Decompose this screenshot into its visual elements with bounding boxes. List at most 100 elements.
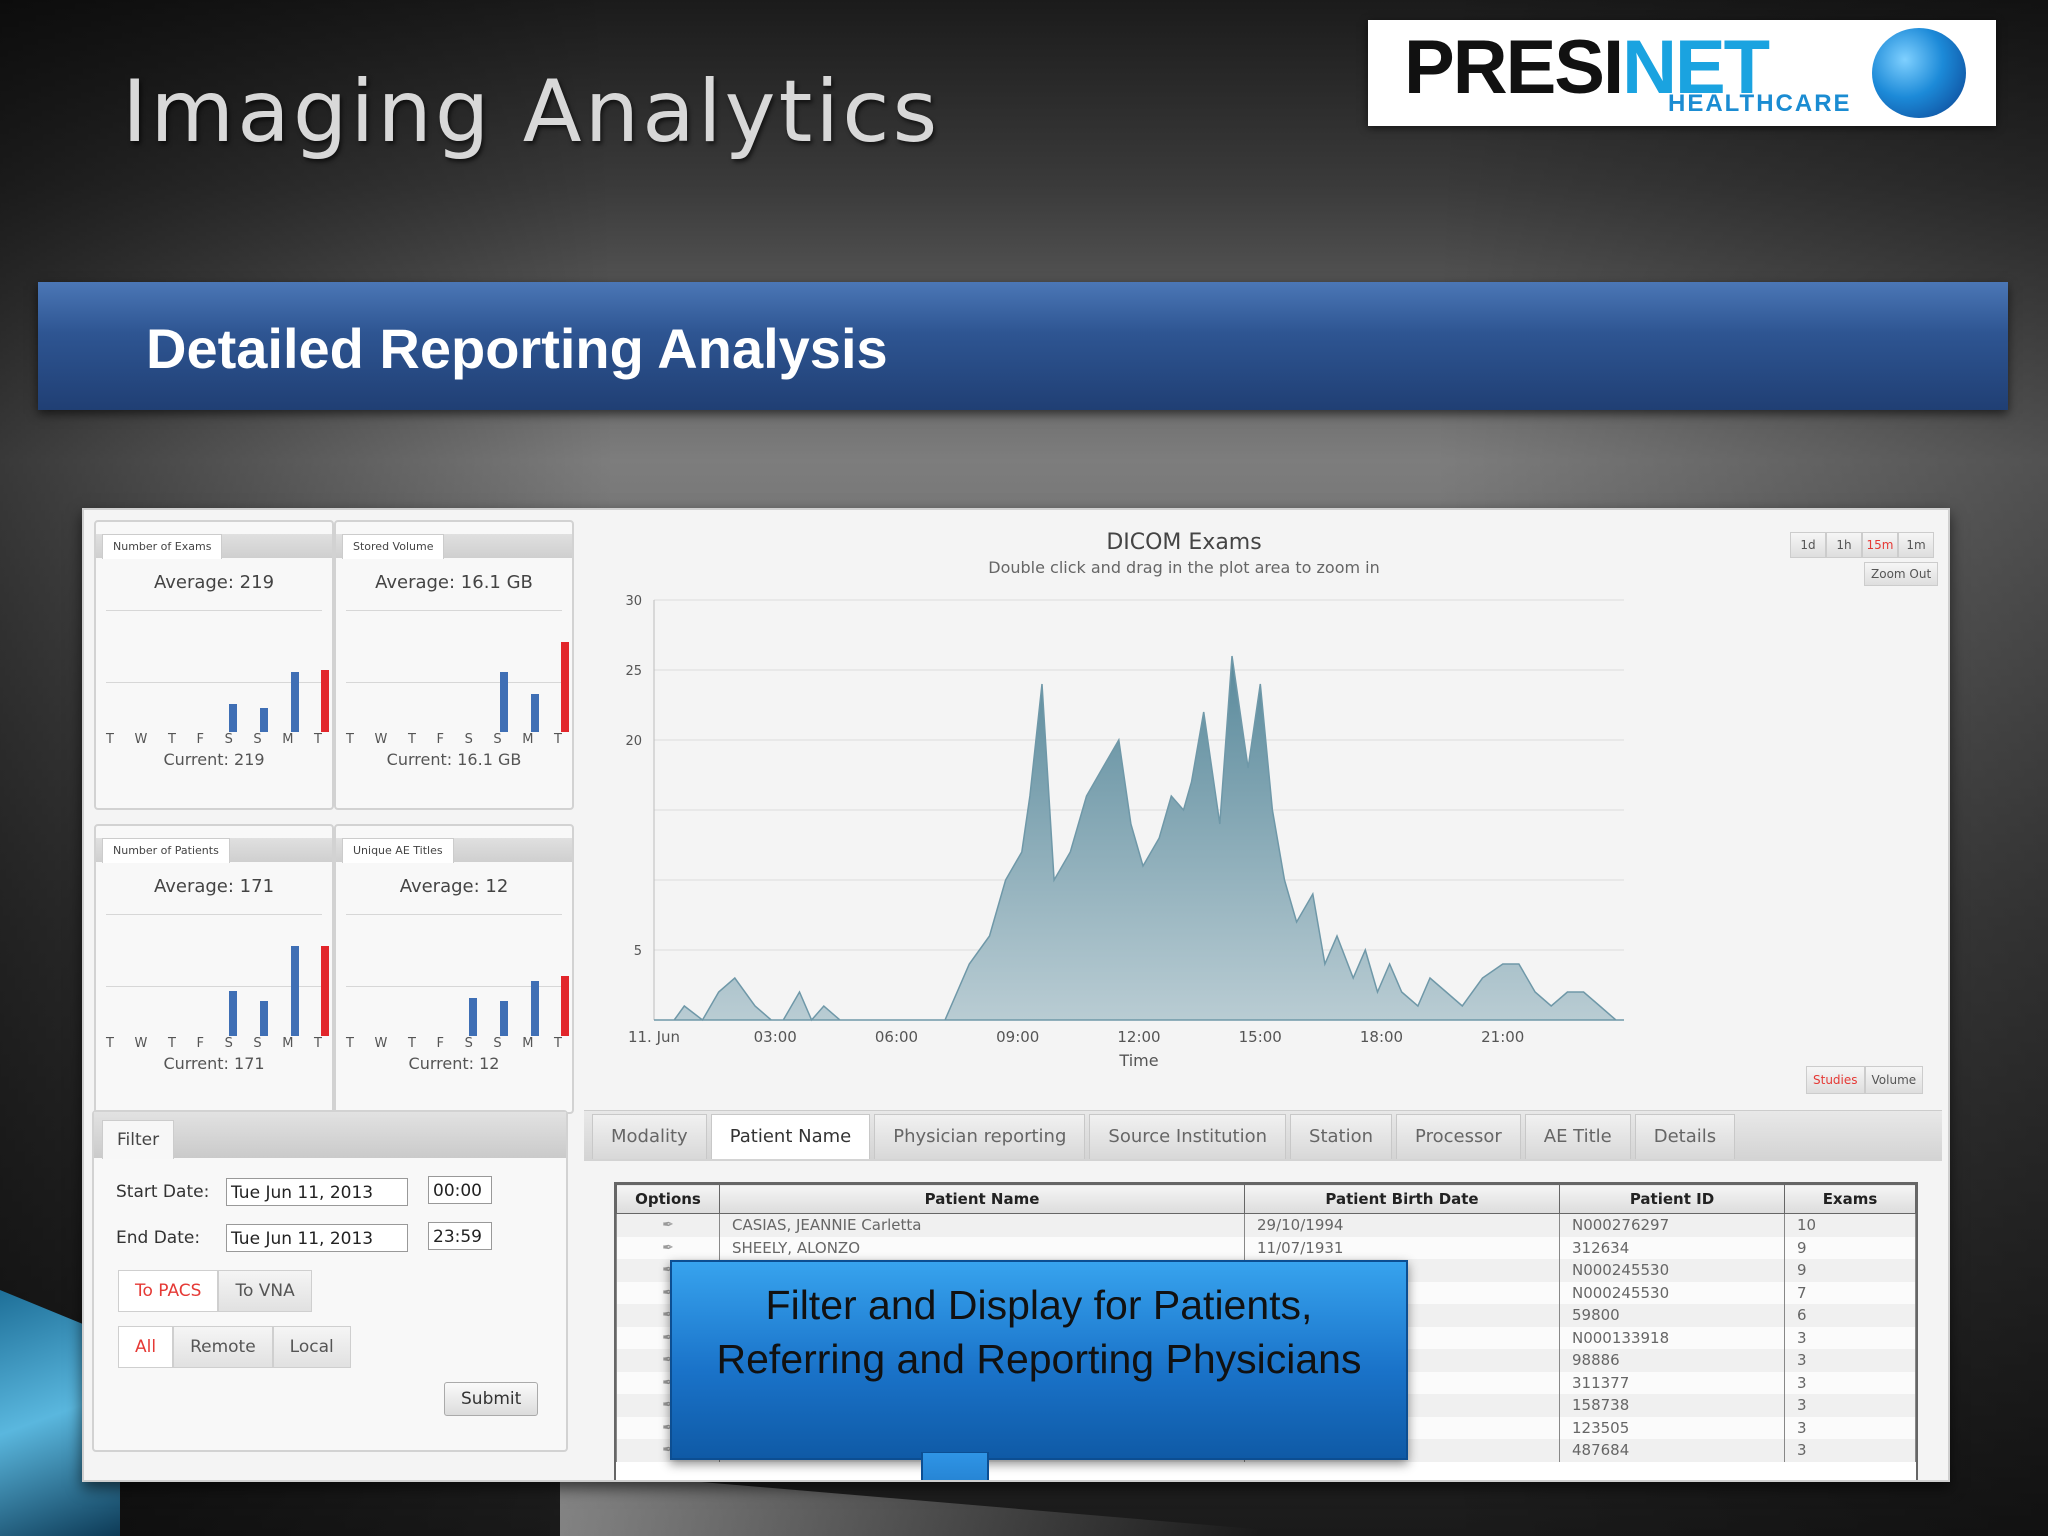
stat-card-tab[interactable]: Number of Patients: [102, 838, 230, 863]
table-cell: 10: [1784, 1213, 1916, 1237]
day-label: T: [346, 1036, 354, 1051]
day-labels: TWTFSSMT: [346, 732, 562, 747]
table-cell: N000276297: [1559, 1213, 1785, 1237]
table-cell: 3: [1784, 1371, 1916, 1394]
tab-station[interactable]: Station: [1290, 1114, 1393, 1159]
stat-average: Average: 219: [153, 572, 275, 593]
zoom-button-15m[interactable]: 15m: [1862, 532, 1898, 558]
tab-source-institution[interactable]: Source Institution: [1089, 1114, 1287, 1159]
button-local[interactable]: Local: [272, 1326, 351, 1368]
tab-details[interactable]: Details: [1634, 1114, 1736, 1159]
section-banner: Detailed Reporting Analysis: [38, 282, 2008, 410]
table-cell: 312634: [1559, 1236, 1785, 1259]
y-tick-label: 30: [625, 594, 642, 609]
end-date-field[interactable]: Tue Jun 11, 2013: [226, 1224, 408, 1252]
day-labels: TWTFSSMT: [346, 1036, 562, 1051]
options-icon[interactable]: ✒: [616, 1236, 720, 1259]
table-row[interactable]: ✒ SHEELY, ALONZO 11/07/1931 312634 9: [616, 1236, 1916, 1259]
day-label: S: [253, 1036, 262, 1051]
stat-current: Current: 16.1 GB: [386, 750, 522, 769]
table-row[interactable]: ✒ CASIAS, JEANNIE Carletta 29/10/1994 N0002…: [616, 1213, 1916, 1237]
day-label: M: [522, 1036, 534, 1051]
table-cell: 487684: [1559, 1439, 1785, 1462]
stat-card-tab[interactable]: Number of Exams: [102, 534, 223, 559]
mini-bar-chart: [346, 642, 570, 732]
stat-card: Number of Exams Average: 219 T W T F S S M T Curre…: [94, 520, 334, 810]
button-all[interactable]: All: [118, 1326, 174, 1368]
table-cell: 3: [1784, 1416, 1916, 1439]
day-label: S: [493, 732, 502, 747]
series-area: [654, 655, 1624, 1022]
tab-ae-title[interactable]: AE Title: [1524, 1114, 1631, 1159]
stat-card: Unique AE Titles Average: 12 T W T F S S M T Curre…: [334, 824, 574, 1114]
x-tick-label: 09:00: [996, 1028, 1039, 1046]
zoom-button-1d[interactable]: 1d: [1790, 532, 1826, 558]
start-time-field[interactable]: 00:00: [428, 1176, 492, 1204]
series-button-studies[interactable]: Studies: [1806, 1066, 1865, 1094]
tab-processor[interactable]: Processor: [1396, 1114, 1521, 1159]
day-label: T: [554, 732, 562, 747]
options-icon[interactable]: ✒: [616, 1213, 720, 1237]
end-time-field[interactable]: 23:59: [428, 1222, 492, 1250]
table-cell: 11/07/1931: [1244, 1236, 1560, 1259]
day-labels: TWTFSSMT: [106, 1036, 322, 1051]
column-header-patient-id[interactable]: Patient ID: [1559, 1184, 1785, 1214]
day-labels: TWTFSSMT: [106, 732, 322, 747]
submit-button[interactable]: Submit: [444, 1382, 539, 1416]
zoom-button-1m[interactable]: 1m: [1898, 532, 1934, 558]
button-remote[interactable]: Remote: [173, 1326, 273, 1368]
table-cell: 9: [1784, 1236, 1916, 1259]
x-tick-label: 18:00: [1360, 1028, 1403, 1046]
mini-bar: [290, 672, 299, 732]
day-label: T: [314, 732, 322, 747]
mini-bar: [468, 998, 477, 1036]
button-to-pacs[interactable]: To PACS: [118, 1270, 219, 1312]
x-axis-title: Time: [1118, 1051, 1158, 1070]
day-label: F: [196, 1036, 204, 1051]
column-header-exams[interactable]: Exams: [1784, 1184, 1916, 1214]
button-to-vna[interactable]: To VNA: [218, 1270, 312, 1312]
tab-patient-name[interactable]: Patient Name: [710, 1114, 871, 1159]
table-cell: 123505: [1559, 1416, 1785, 1439]
column-header-options[interactable]: Options: [616, 1184, 720, 1214]
stat-card-tab[interactable]: Unique AE Titles: [342, 838, 454, 863]
mini-bar: [530, 981, 539, 1036]
table-cell: N000245530: [1559, 1281, 1785, 1304]
stat-current: Current: 219: [163, 750, 265, 769]
tab-filter[interactable]: Filter: [102, 1120, 175, 1159]
mini-bar-chart: [106, 946, 330, 1036]
dicom-exams-chart[interactable]: 5 20 25 30 11. Jun 03:00 06:00 09:00 12:00 15:00 1…: [584, 590, 1644, 1090]
destination-toggle: To PACS To VNA: [118, 1270, 312, 1312]
zoom-button-1h[interactable]: 1h: [1826, 532, 1862, 558]
column-header-patient-name[interactable]: Patient Name: [719, 1184, 1245, 1214]
column-header-birth-date[interactable]: Patient Birth Date: [1244, 1184, 1560, 1214]
day-label: T: [167, 1036, 176, 1051]
mini-bar: [259, 708, 268, 732]
zoom-range-buttons: 1d 1h 15m 1m: [1790, 532, 1934, 558]
zoom-out-button[interactable]: Zoom Out: [1864, 562, 1939, 586]
mini-bar: [499, 672, 508, 732]
mini-bar: [561, 976, 570, 1036]
series-button-volume[interactable]: Volume: [1864, 1066, 1924, 1094]
stat-card: Stored Volume Average: 16.1 GB T W T F S S M T Cur…: [334, 520, 574, 810]
table-cell: 158738: [1559, 1394, 1785, 1417]
day-label: F: [196, 732, 204, 747]
table-cell: 6: [1784, 1304, 1916, 1327]
chart-subtitle: Double click and drag in the plot area t…: [988, 558, 1380, 577]
day-label: T: [167, 732, 176, 747]
x-tick-label: 12:00: [1117, 1028, 1160, 1046]
mini-bar: [321, 946, 330, 1036]
callout-text: Filter and Display for Patients, Referri…: [716, 1282, 1362, 1382]
app-screenshot: Number of Exams Average: 219 T W T F S S M T Curre…: [82, 508, 1950, 1482]
stat-card-tab[interactable]: Stored Volume: [342, 534, 445, 559]
start-date-field[interactable]: Tue Jun 11, 2013: [226, 1178, 408, 1206]
chart-title: DICOM Exams: [1106, 530, 1262, 555]
tab-modality[interactable]: Modality: [592, 1114, 707, 1159]
day-label: S: [253, 732, 262, 747]
table-cell: CASIAS, JEANNIE Carletta: [719, 1213, 1245, 1237]
day-label: S: [224, 1036, 233, 1051]
tab-physician-reporting[interactable]: Physician reporting: [874, 1114, 1086, 1159]
x-tick-label: 03:00: [754, 1028, 797, 1046]
callout-arrow-icon: [921, 1452, 989, 1480]
callout-box: Filter and Display for Patients, Referri…: [670, 1260, 1408, 1460]
